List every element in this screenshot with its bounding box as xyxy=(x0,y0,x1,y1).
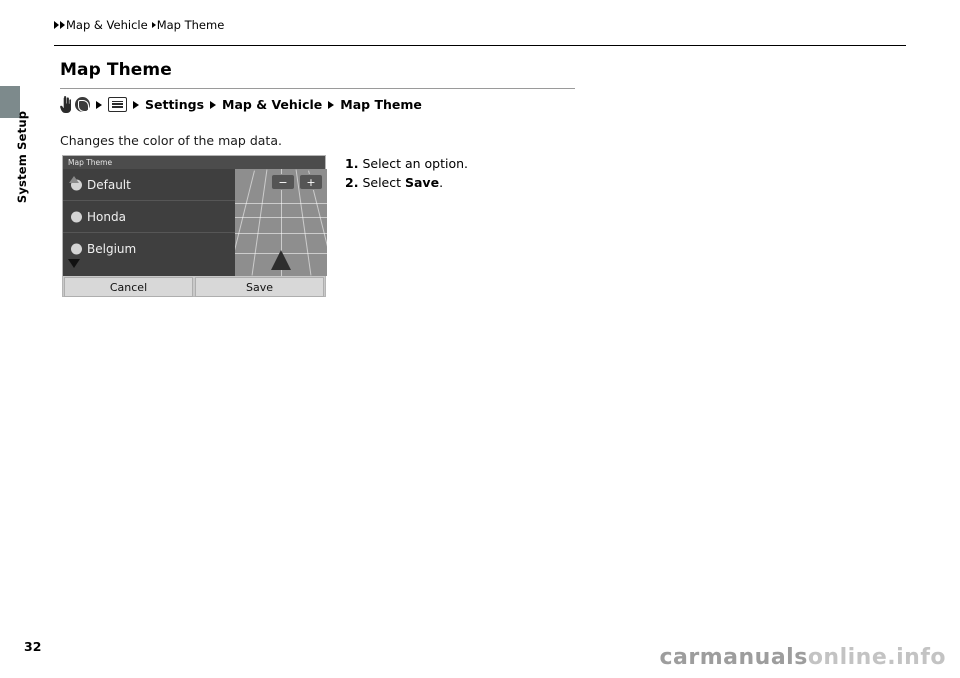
navigation-path: Settings Map & Vehicle Map Theme xyxy=(60,96,422,113)
watermark-light: online.info xyxy=(807,645,946,670)
watermark-dark: carmanuals xyxy=(659,645,808,670)
zoom-out-button[interactable]: − xyxy=(271,174,295,190)
map-zoom-controls[interactable]: − + xyxy=(271,174,323,190)
device-screenshot-figure: Map Theme Default Honda Belgium − + Canc… xyxy=(62,155,327,298)
navpath-arrow-icon xyxy=(210,100,217,109)
figure-option-honda[interactable]: Honda xyxy=(63,201,235,233)
figure-scroll-controls[interactable] xyxy=(68,176,80,268)
scroll-down-arrow-icon[interactable] xyxy=(68,259,80,268)
navpath-item-map-and-vehicle: Map & Vehicle xyxy=(222,97,323,112)
figure-action-buttons: Cancel Save xyxy=(63,276,325,298)
steps-list: 1. Select an option. 2. Select Save. xyxy=(345,154,468,192)
page: System Setup Map & Vehicle Map Theme Map… xyxy=(0,0,960,678)
step-2-number: 2. xyxy=(345,175,359,190)
watermark: carmanualsonline.info xyxy=(660,645,947,670)
title-divider xyxy=(60,88,575,89)
save-button[interactable]: Save xyxy=(195,277,324,297)
navpath-arrow-icon xyxy=(133,100,139,109)
header-divider xyxy=(54,45,906,46)
breadcrumb-arrow-icon xyxy=(54,21,59,29)
hand-icon xyxy=(60,96,71,113)
navpath-arrow-icon xyxy=(96,100,102,109)
navpath-arrow-icon xyxy=(328,100,335,109)
step-2-text: Select xyxy=(362,175,405,190)
step-2-strong: Save xyxy=(404,175,440,190)
cancel-button[interactable]: Cancel xyxy=(64,277,193,297)
section-label: System Setup xyxy=(15,110,29,204)
breadcrumb: Map & Vehicle Map Theme xyxy=(54,18,228,32)
step-1: 1. Select an option. xyxy=(345,154,468,173)
breadcrumb-item-1: Map & Vehicle xyxy=(66,18,148,32)
breadcrumb-arrow-icon xyxy=(60,21,65,29)
figure-option-label: Default xyxy=(87,177,131,192)
list-icon xyxy=(108,97,127,112)
step-1-text: Select an option. xyxy=(362,156,469,171)
breadcrumb-item-2: Map Theme xyxy=(156,18,225,32)
navpath-item-settings: Settings xyxy=(145,97,205,112)
figure-option-default[interactable]: Default xyxy=(63,169,235,201)
figure-map-preview: − + xyxy=(235,169,327,276)
globe-icon xyxy=(75,97,90,112)
page-number: 32 xyxy=(24,639,42,654)
breadcrumb-arrow-icon xyxy=(151,22,156,28)
step-2: 2. Select Save. xyxy=(345,173,468,192)
description-text: Changes the color of the map data. xyxy=(60,133,282,148)
figure-option-label: Honda xyxy=(87,209,126,224)
figure-option-list: Default Honda Belgium xyxy=(63,169,235,276)
figure-titlebar: Map Theme xyxy=(63,156,325,169)
figure-option-belgium[interactable]: Belgium xyxy=(63,233,235,265)
scroll-up-arrow-icon[interactable] xyxy=(69,176,79,183)
navpath-item-map-theme: Map Theme xyxy=(340,97,422,112)
vehicle-position-icon xyxy=(271,250,291,270)
step-2-after: . xyxy=(439,175,444,190)
figure-option-label: Belgium xyxy=(87,242,137,256)
step-1-number: 1. xyxy=(345,156,359,171)
page-title: Map Theme xyxy=(60,60,172,80)
zoom-in-button[interactable]: + xyxy=(299,174,323,190)
